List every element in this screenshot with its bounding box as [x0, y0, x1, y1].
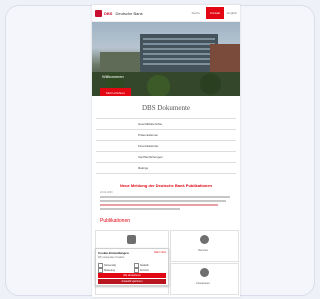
menu-item[interactable]: Ratings	[96, 163, 236, 174]
site-header: DBS Deutsche Bank Suche Kontakt English	[92, 5, 240, 22]
document-icon	[127, 235, 136, 244]
language-link[interactable]: English	[227, 11, 237, 15]
cookie-dialog-text: Wir verwenden Cookies	[98, 256, 125, 259]
site-name: Deutsche Bank	[115, 10, 143, 16]
search-link[interactable]: Suche	[191, 11, 200, 15]
card-label: Service	[198, 248, 209, 252]
menu-item[interactable]: Geschäftsberichte	[96, 119, 236, 130]
cookie-dialog-title: Cookie-Einstellungen	[98, 251, 129, 255]
logo-text[interactable]: DBS	[104, 11, 112, 16]
card-label: Investoren	[196, 281, 211, 285]
news-title[interactable]: Neue Meldung der Deutsche Bank Publikati…	[96, 183, 236, 188]
cookie-info-link[interactable]: Mehr Infos	[154, 251, 166, 254]
menu-item[interactable]: Präsentationen	[96, 130, 236, 141]
hero-banner: Willkommen Mehr erfahren	[92, 22, 240, 96]
save-selection-button[interactable]: Auswahl speichern	[98, 279, 166, 284]
investors-card[interactable]: Investoren	[170, 263, 239, 295]
news-link-line[interactable]	[100, 204, 218, 206]
people-icon	[200, 268, 209, 277]
website-page: DBS Deutsche Bank Suche Kontakt English …	[92, 5, 240, 297]
section-title: DBS Dokumente	[141, 104, 191, 112]
hero-button[interactable]: Mehr erfahren	[100, 88, 131, 96]
news-date: 24.01.2023	[100, 191, 113, 194]
office-building-image	[140, 34, 218, 72]
service-card[interactable]: Service	[170, 230, 239, 262]
news-text-line	[100, 200, 226, 202]
news-text-line	[100, 196, 230, 198]
contact-button[interactable]: Kontakt	[205, 7, 225, 19]
menu-item[interactable]: Finanzkalender	[96, 141, 236, 152]
cookie-consent-dialog: Cookie-Einstellungen Mehr Infos Wir verw…	[95, 248, 169, 286]
document-menu: Geschäftsberichte Präsentationen Finanzk…	[96, 118, 236, 174]
news-text-line	[100, 208, 180, 210]
publications-title: Publikationen	[100, 218, 131, 224]
accept-all-button[interactable]: Alle akzeptieren	[98, 273, 166, 278]
menu-item[interactable]: Veröffentlichungen	[96, 152, 236, 163]
cards-grid: Berichte Service Kontakt Investoren Cook…	[92, 230, 240, 297]
logo-icon[interactable]	[95, 9, 102, 17]
hero-caption: Willkommen	[102, 74, 124, 79]
gear-icon	[200, 235, 209, 244]
